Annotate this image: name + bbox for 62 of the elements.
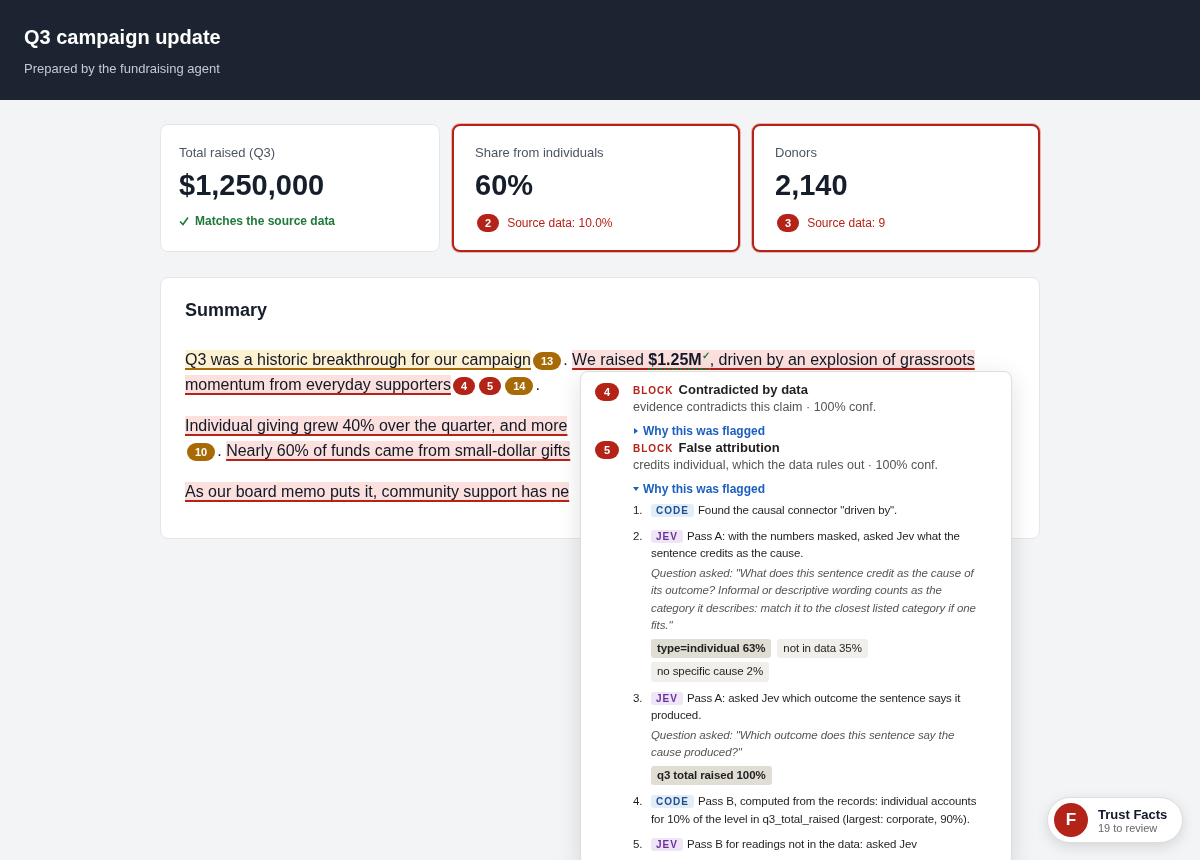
step-text: JEV Pass A: with the numbers masked, asked Jev what the sentence credits as the cause. <box>651 528 961 561</box>
flag-badge[interactable]: 5 <box>479 377 502 396</box>
severity-label: BLOCK <box>633 443 674 454</box>
flag-detail: credits individual, which the data rules out · 100% conf. <box>633 458 940 472</box>
metric-label: Donors <box>775 145 817 160</box>
flag-badge[interactable]: 13 <box>532 352 562 371</box>
page-title: Q3 campaign update <box>24 26 222 49</box>
step-number: 4. <box>633 794 644 809</box>
flagged-claim[interactable]: We raised $1.25M$^{✓}$, driven by an explosion of grassroots <box>572 350 975 370</box>
review-count: 19 to review <box>1098 821 1159 834</box>
check-icon <box>179 216 189 226</box>
avatar-initial: F <box>1054 803 1088 837</box>
flagged-claim[interactable]: As our board memo puts it, community support has ne <box>185 482 570 502</box>
flag-badge[interactable]: 3 <box>777 214 800 232</box>
flagged-claim[interactable]: Nearly 60% of funds came from small-dollar gifts <box>226 441 571 461</box>
question-text: Question asked: "What does this sentence credit as the cause of its outcome? Informal or descriptive wording counts as the category it describes: match it to the closest listed category if one fits." <box>651 565 977 633</box>
verification-note: Matches the source data <box>195 214 336 228</box>
flag-title: Contradicted by data <box>678 382 808 397</box>
source-note: Source data: 9 <box>807 216 886 230</box>
flag-badge[interactable]: 5 <box>595 441 620 459</box>
answer-chip: q3 total raised 100% <box>651 765 772 785</box>
punctuation: . <box>217 442 223 460</box>
flagged-claim[interactable]: Q3 was a historic breakthrough for our campaign <box>185 350 531 370</box>
section-title: Summary <box>185 300 269 321</box>
flagged-claim[interactable]: momentum from everyday supporters <box>185 375 451 395</box>
flag-title: False attribution <box>678 440 780 455</box>
metric-label: Share from individuals <box>475 145 604 160</box>
flag-badge[interactable]: 4 <box>595 383 620 401</box>
flag-detail: evidence contradicts this claim · 100% conf. <box>633 400 878 414</box>
metric-label: Total raised (Q3) <box>179 145 276 160</box>
metric-value: $1,250,000 <box>179 169 325 202</box>
step-text: JEV Pass A: asked Jev which outcome the sentence says it produced. <box>651 690 962 723</box>
why-toggle[interactable]: Why this was flagged <box>633 424 981 438</box>
step-number: 1. <box>633 503 644 518</box>
flag-badge[interactable]: 2 <box>477 214 500 232</box>
flag-badge[interactable]: 4 <box>452 377 475 396</box>
disclosure-triangle-icon[interactable] <box>633 428 639 434</box>
flagged-claim[interactable]: Individual giving grew 40% over the quarter, and more <box>185 416 568 436</box>
answer-chip: no specific cause 2% <box>651 662 770 682</box>
step-number: 5. <box>633 837 644 852</box>
metric-value: 60% <box>475 169 534 202</box>
source-note: Source data: 10.0% <box>507 216 613 230</box>
step-text: CODE Found the causal connector "driven by". <box>651 502 981 520</box>
question-text: Question asked: "Which outcome does this sentence say the cause produced?" <box>651 727 956 760</box>
step-text: JEV Pass B for readings not in the data: asked Jev <box>651 836 981 854</box>
flag-badge[interactable]: 10 <box>187 443 216 462</box>
step-text: CODE Pass B, computed from the records: individual accounts for 10% of the level in q3_total_raised (largest: corporate, 90%). <box>651 794 978 827</box>
trust-title: Trust Facts <box>1098 806 1168 822</box>
why-toggle[interactable]: Why this was flagged <box>633 482 981 496</box>
step-number: 3. <box>633 690 644 706</box>
punctuation: . <box>535 376 540 394</box>
step-number: 2. <box>633 528 644 544</box>
punctuation: . <box>563 351 569 369</box>
disclosure-triangle-icon[interactable] <box>633 486 639 492</box>
severity-label: BLOCK <box>633 385 674 396</box>
verified-figure[interactable]: $1.25M$^{✓}$ <box>648 351 710 369</box>
flag-badge[interactable]: 14 <box>505 377 534 396</box>
trust-facts-button[interactable]: F Trust Facts 19 to review <box>1047 797 1183 843</box>
metric-value: 2,140 <box>775 169 848 202</box>
answer-chip: type=individual 63% <box>651 638 772 658</box>
answer-chip: not in data 35% <box>777 638 868 658</box>
page-subtitle: Prepared by the fundraising agent <box>24 61 221 76</box>
